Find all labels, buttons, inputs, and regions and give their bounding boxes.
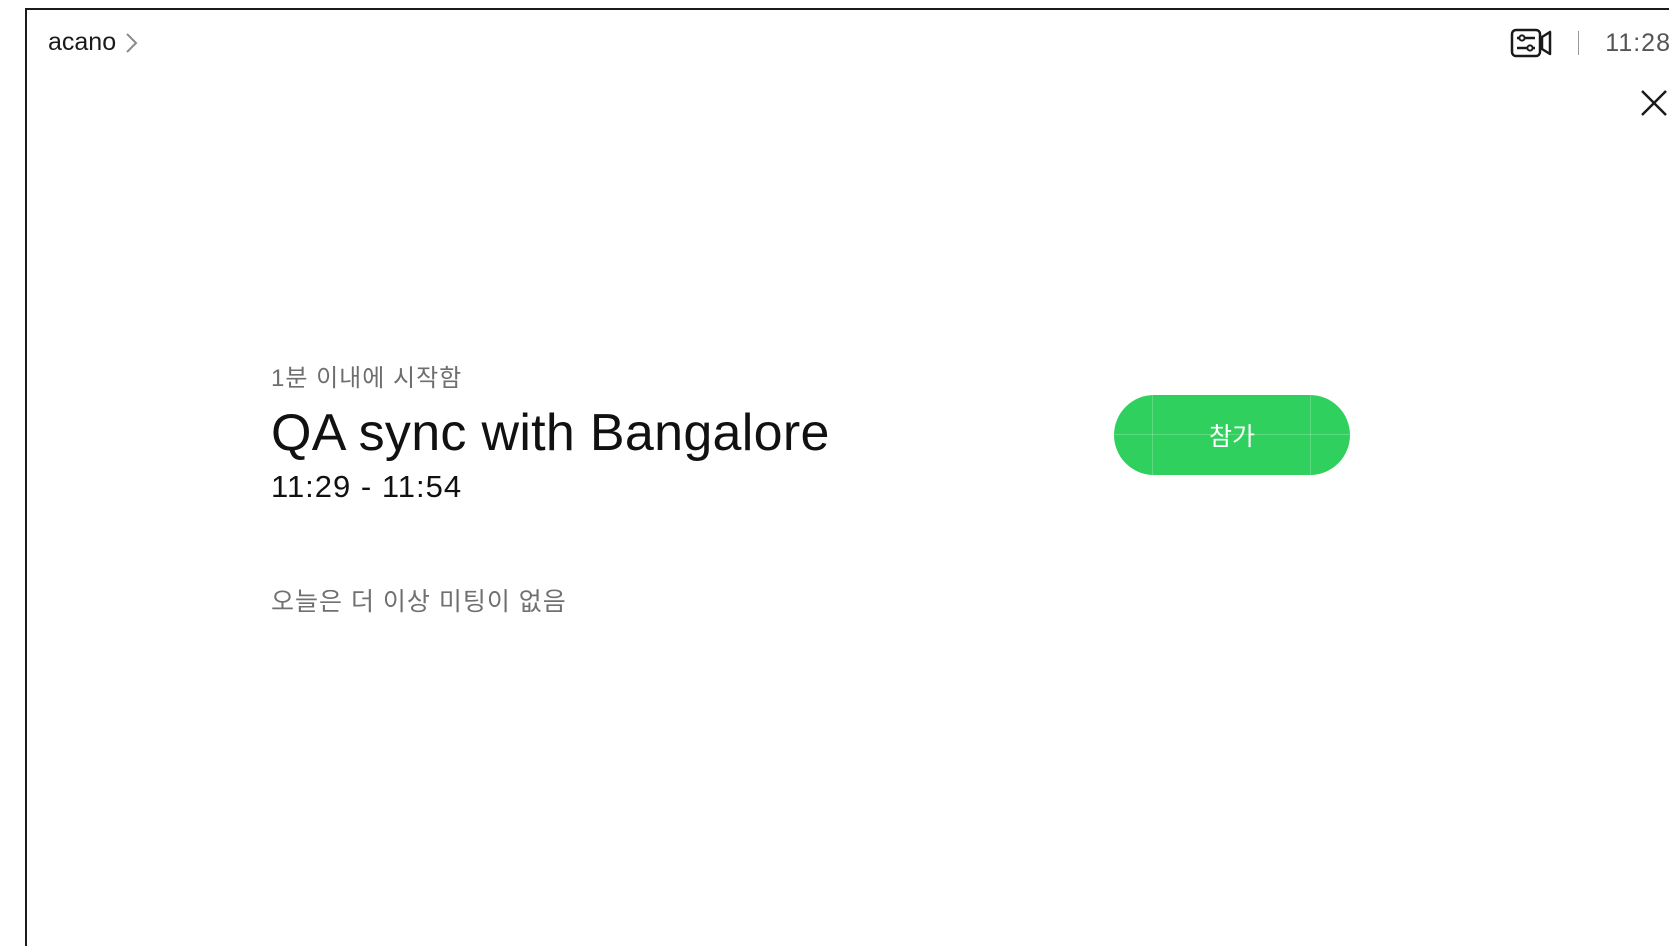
meeting-title: QA sync with Bangalore — [271, 404, 830, 462]
meeting-time-range: 11:29 - 11:54 — [271, 469, 463, 504]
close-icon — [1641, 90, 1667, 116]
close-button[interactable] — [1639, 88, 1669, 118]
meeting-start-status: 1분 이내에 시작함 — [271, 365, 463, 392]
status-bar: 11:28 — [1510, 25, 1669, 61]
join-button[interactable]: 참가 — [1114, 395, 1350, 475]
header-divider — [1578, 31, 1580, 55]
meeting-screen: acano 11:28 1분 이내에 시작함 QA sync with Bang… — [25, 8, 1669, 946]
camera-settings-icon[interactable] — [1510, 25, 1552, 61]
device-name: acano — [48, 28, 117, 56]
chevron-right-icon — [122, 31, 140, 55]
device-name-link[interactable]: acano — [48, 28, 140, 57]
clock: 11:28 — [1605, 28, 1669, 57]
meeting-info: 1분 이내에 시작함 QA sync with Bangalore 11:29 … — [271, 358, 830, 505]
no-more-meetings-text: 오늘은 더 이상 미팅이 없음 — [271, 588, 567, 616]
join-button-label: 참가 — [1208, 423, 1255, 451]
